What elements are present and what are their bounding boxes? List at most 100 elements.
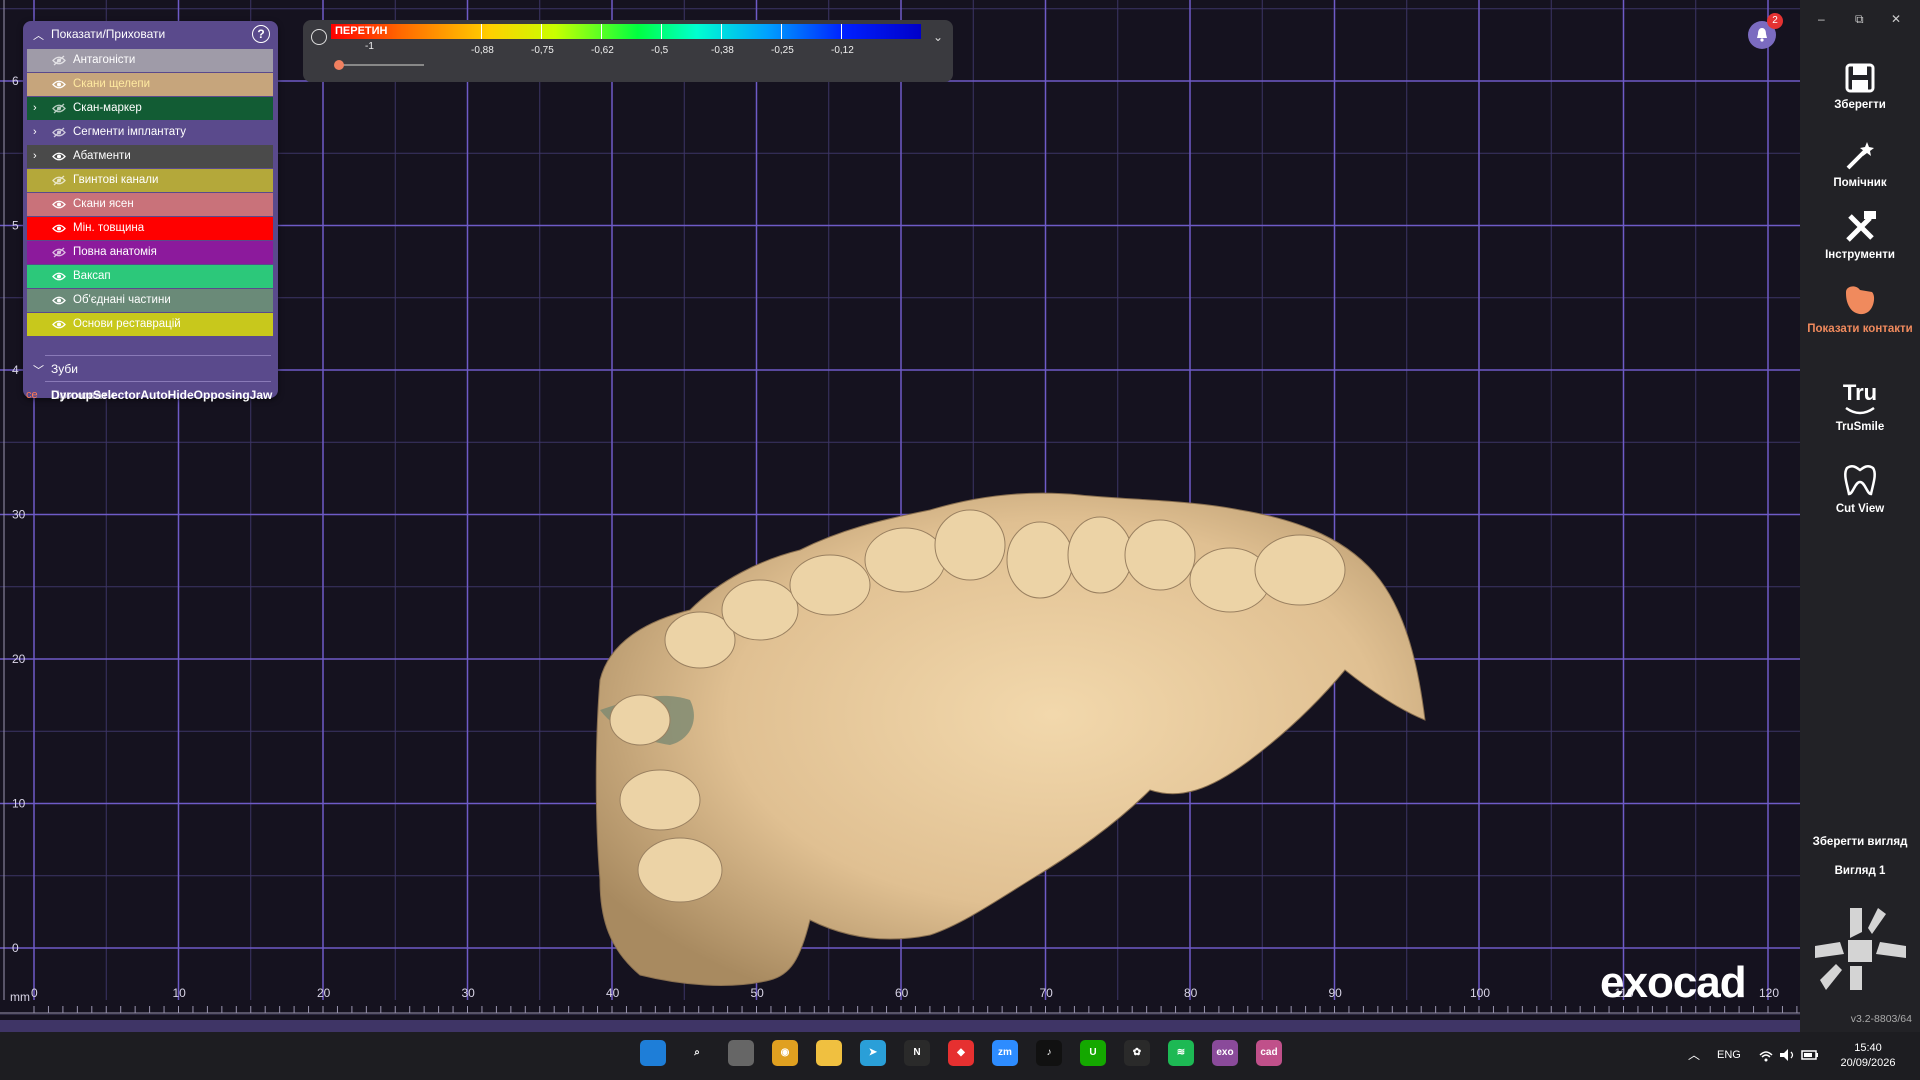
eye-hidden-icon[interactable] (52, 55, 66, 66)
layer-row[interactable]: Об'єднані частини (27, 289, 273, 312)
scale-value-label: -0,88 (471, 45, 494, 56)
expand-chevron-icon[interactable]: › (33, 102, 37, 114)
layer-row[interactable]: Скани ясен (27, 193, 273, 216)
bell-icon (1757, 28, 1767, 42)
teeth-chevron-icon[interactable]: ﹀ (33, 362, 44, 378)
trusmile-icon: Tru (1842, 380, 1878, 405)
scale-label: ПЕРЕТИН (335, 25, 388, 37)
gauge-icon[interactable] (311, 29, 327, 45)
exocad-logo: exocad (1600, 958, 1747, 1007)
scale-slider-knob[interactable] (334, 60, 344, 70)
scale-value-label: -0,62 (591, 45, 614, 56)
cut-view-button[interactable]: Cut View (1800, 462, 1920, 516)
layer-label: Ваксап (73, 270, 111, 282)
taskbar-search-icon[interactable]: ⌕ (684, 1040, 710, 1066)
auto-hide-opposing-jaw-toggle[interactable]: ce DyroupSelectorAutoHideOpposingJaw Прих… (23, 386, 278, 406)
eye-icon[interactable] (52, 223, 66, 234)
layer-row[interactable]: Ваксап (27, 265, 273, 288)
taskbar-windows-start-icon[interactable] (640, 1040, 666, 1066)
taskbar-file-explorer-icon[interactable] (816, 1040, 842, 1066)
layer-row[interactable]: › Скан-маркер (27, 97, 273, 120)
taskbar-chrome-icon[interactable]: ◉ (772, 1040, 798, 1066)
tray-clock[interactable]: 15:40 20/09/2026 (1834, 1041, 1902, 1071)
eye-icon[interactable] (52, 151, 66, 162)
layer-label: Скани ясен (73, 198, 134, 210)
trusmile-label: TruSmile (1835, 421, 1885, 433)
notification-button[interactable]: 2 (1748, 13, 1783, 49)
input-language[interactable]: ENG (1717, 1049, 1741, 1061)
eye-hidden-icon[interactable] (52, 127, 66, 138)
save-view-button[interactable]: Зберегти вигляд (1800, 836, 1920, 848)
taskbar-telegram-icon[interactable]: ➤ (860, 1040, 886, 1066)
layer-row[interactable]: Скани щелепи (27, 73, 273, 96)
floppy-icon (1845, 63, 1875, 93)
notification-badge: 2 (1767, 13, 1783, 29)
collapse-chevron-icon[interactable]: ︿ (33, 27, 44, 43)
scale-tick (721, 24, 722, 39)
minimize-button[interactable]: – (1818, 12, 1825, 26)
eye-icon[interactable] (52, 79, 66, 90)
teeth-group[interactable]: ﹀ Зуби (23, 359, 278, 379)
color-scale-bar: ПЕРЕТИН (331, 24, 921, 39)
layer-row[interactable]: Повна анатомія (27, 241, 273, 264)
layer-row[interactable]: › Абатменти (27, 145, 273, 168)
scale-dropdown-icon[interactable]: ⌄ (933, 30, 943, 44)
layer-row[interactable]: Мін. товщина (27, 217, 273, 240)
right-toolbar: – ⧉ ✕ Зберегти Помічник Інструменти Пока… (1800, 0, 1920, 1032)
taskbar-notion-icon[interactable]: N (904, 1040, 930, 1066)
layer-label: Повна анатомія (73, 246, 157, 258)
save-label: Зберегти (1834, 99, 1886, 111)
tools-button[interactable]: Інструменти (1800, 210, 1920, 262)
taskbar-tiktok-icon[interactable]: ♪ (1036, 1040, 1062, 1066)
wizard-button[interactable]: Помічник (1800, 138, 1920, 190)
layer-row[interactable]: Гвинтові канали (27, 169, 273, 192)
tools-icon (1846, 211, 1876, 242)
taskbar-task-view-icon[interactable] (728, 1040, 754, 1066)
taskbar-chatgpt-icon[interactable]: ✿ (1124, 1040, 1150, 1066)
layer-row[interactable]: Антагоністи (27, 49, 273, 72)
cut-view-label: Cut View (1835, 503, 1885, 515)
eye-icon[interactable] (52, 199, 66, 210)
eye-hidden-icon[interactable] (52, 247, 66, 258)
eye-icon[interactable] (52, 295, 66, 306)
scale-value-label: -0,12 (831, 45, 854, 56)
save-button[interactable]: Зберегти (1800, 62, 1920, 112)
layer-row[interactable]: Основи реставрацій (27, 313, 273, 336)
magic-wand-icon (1846, 142, 1874, 170)
scale-tick (841, 24, 842, 39)
eye-icon[interactable] (52, 319, 66, 330)
show-hide-header[interactable]: ︿ Показати/Приховати ? (23, 21, 278, 47)
layer-row[interactable]: › Сегменти імплантату (27, 121, 273, 144)
tray-chevron-icon[interactable]: ︿ (1688, 1046, 1700, 1063)
layer-label: Абатменти (73, 150, 131, 162)
taskbar-spotify-icon[interactable]: ≋ (1168, 1040, 1194, 1066)
show-hide-panel: ︿ Показати/Приховати ? ﹀ Зуби ce DyroupS… (23, 21, 278, 402)
close-button[interactable]: ✕ (1891, 12, 1901, 26)
taskbar-anydesk-icon[interactable]: ◆ (948, 1040, 974, 1066)
view-1-button[interactable]: Вигляд 1 (1800, 865, 1920, 877)
viewport-bottom-strip (0, 1020, 1800, 1032)
expand-chevron-icon[interactable]: › (33, 126, 37, 138)
restore-button[interactable]: ⧉ (1855, 12, 1864, 27)
eye-icon[interactable] (52, 271, 66, 282)
color-scale-panel: ПЕРЕТИН ⌄ -1 -0,88 -0,75 -0,62 -0,5 -0,38 -0,2… (303, 20, 953, 82)
eye-hidden-icon[interactable] (52, 103, 66, 114)
expand-chevron-icon[interactable]: › (33, 150, 37, 162)
tray-status-icons[interactable] (1758, 1047, 1822, 1063)
version-label: v3.2-8803/64 (1850, 1013, 1912, 1025)
taskbar-zoom-icon[interactable]: zm (992, 1040, 1018, 1066)
layer-label: Скани щелепи (73, 78, 151, 90)
taskbar-exocad-icon[interactable]: exo (1212, 1040, 1238, 1066)
scale-slider-track[interactable] (339, 64, 424, 66)
help-icon[interactable]: ? (252, 25, 270, 43)
layer-label: Основи реставрацій (73, 318, 181, 330)
navigation-cube[interactable] (1810, 900, 1910, 1000)
panel-divider (45, 355, 271, 356)
taskbar-upwork-icon[interactable]: U (1080, 1040, 1106, 1066)
scale-tick (601, 24, 602, 39)
taskbar-exocad-cad-icon[interactable]: cad (1256, 1040, 1282, 1066)
trusmile-button[interactable]: Tru TruSmile (1800, 380, 1920, 434)
eye-hidden-icon[interactable] (52, 175, 66, 186)
show-contacts-button[interactable]: Показати контакти (1800, 282, 1920, 336)
wizard-label: Помічник (1833, 177, 1887, 189)
